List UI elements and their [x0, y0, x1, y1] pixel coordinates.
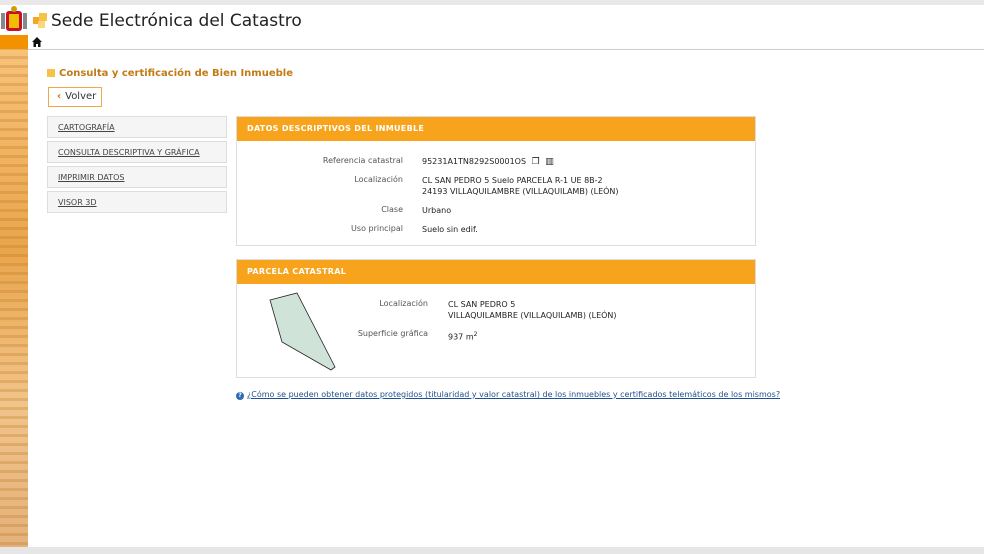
side-menu: CARTOGRAFÍA CONSULTA DESCRIPTIVA Y GRÁFI…	[47, 116, 227, 216]
back-button[interactable]: ‹ Volver	[48, 87, 102, 107]
side-menu-item-visor-3d[interactable]: VISOR 3D	[47, 191, 227, 213]
ref-catastral-text[interactable]: 95231A1TN8292S0001OS	[422, 157, 526, 166]
help-link-text[interactable]: ¿Cómo se pueden obtener datos protegidos…	[247, 390, 780, 399]
back-button-label: Volver	[65, 91, 97, 102]
uso-principal-label: Uso principal	[351, 224, 403, 233]
parcela-localizacion-line2: VILLAQUILAMBRE (VILLAQUILAMB) (LEÓN)	[448, 311, 617, 320]
parcel-shape-map[interactable]	[267, 292, 339, 372]
orange-accent-bar	[0, 35, 28, 49]
localizacion-line2: 24193 VILLAQUILAMBRE (VILLAQUILAMB) (LEÓ…	[422, 187, 619, 196]
uso-principal-value: Suelo sin edif.	[422, 225, 478, 234]
ref-catastral-label: Referencia catastral	[322, 156, 403, 165]
barcode-icon[interactable]: ▥	[545, 157, 554, 168]
parcela-localizacion-label: Localización	[379, 299, 428, 308]
heading-bullet-icon	[47, 69, 55, 77]
bottom-strip	[0, 547, 984, 554]
clase-label: Clase	[381, 205, 403, 214]
superficie-label: Superficie gráfica	[357, 329, 428, 338]
localizacion-label: Localización	[354, 175, 403, 184]
datos-descriptivos-panel: DATOS DESCRIPTIVOS DEL INMUEBLE Referenc…	[236, 116, 756, 246]
parcela-catastral-panel: PARCELA CATASTRAL Localización CL SAN PE…	[236, 259, 756, 378]
clase-value: Urbano	[422, 206, 452, 215]
datos-panel-title: DATOS DESCRIPTIVOS DEL INMUEBLE	[237, 117, 755, 141]
parcela-panel-title: PARCELA CATASTRAL	[237, 260, 755, 284]
parcela-localizacion-line1: CL SAN PEDRO 5	[448, 300, 516, 309]
help-link[interactable]: ? ¿Cómo se pueden obtener datos protegido…	[236, 390, 780, 400]
side-menu-item-consulta[interactable]: CONSULTA DESCRIPTIVA Y GRÁFICA	[47, 141, 227, 163]
localizacion-value: CL SAN PEDRO 5 Suelo PARCELA R-1 UE 8B-2…	[422, 175, 619, 197]
parcela-localizacion-value: CL SAN PEDRO 5 VILLAQUILAMBRE (VILLAQUIL…	[448, 299, 617, 321]
superficie-value: 937 m2	[448, 329, 477, 343]
help-icon: ?	[236, 392, 244, 400]
ref-catastral-value: 95231A1TN8292S0001OS ❐ ▥	[422, 156, 554, 168]
superficie-number: 937 m	[448, 332, 474, 342]
nav-bar	[28, 35, 984, 50]
home-icon[interactable]	[32, 37, 42, 47]
chevron-left-icon: ‹	[57, 91, 62, 102]
localizacion-line1: CL SAN PEDRO 5 Suelo PARCELA R-1 UE 8B-2	[422, 176, 603, 185]
page-title: Consulta y certificación de Bien Inmuebl…	[47, 68, 293, 79]
side-decorative-image	[0, 49, 28, 554]
coat-of-arms-icon	[1, 6, 27, 31]
superficie-unit-exponent: 2	[473, 331, 478, 338]
site-title[interactable]: Sede Electrónica del Catastro	[51, 11, 302, 31]
catastro-logo-icon	[33, 13, 47, 28]
side-menu-item-imprimir[interactable]: IMPRIMIR DATOS	[47, 166, 227, 188]
page-title-text: Consulta y certificación de Bien Inmuebl…	[59, 68, 293, 79]
side-menu-item-cartografia[interactable]: CARTOGRAFÍA	[47, 116, 227, 138]
copy-icon[interactable]: ❐	[532, 157, 540, 168]
site-header: Sede Electrónica del Catastro	[0, 5, 984, 35]
